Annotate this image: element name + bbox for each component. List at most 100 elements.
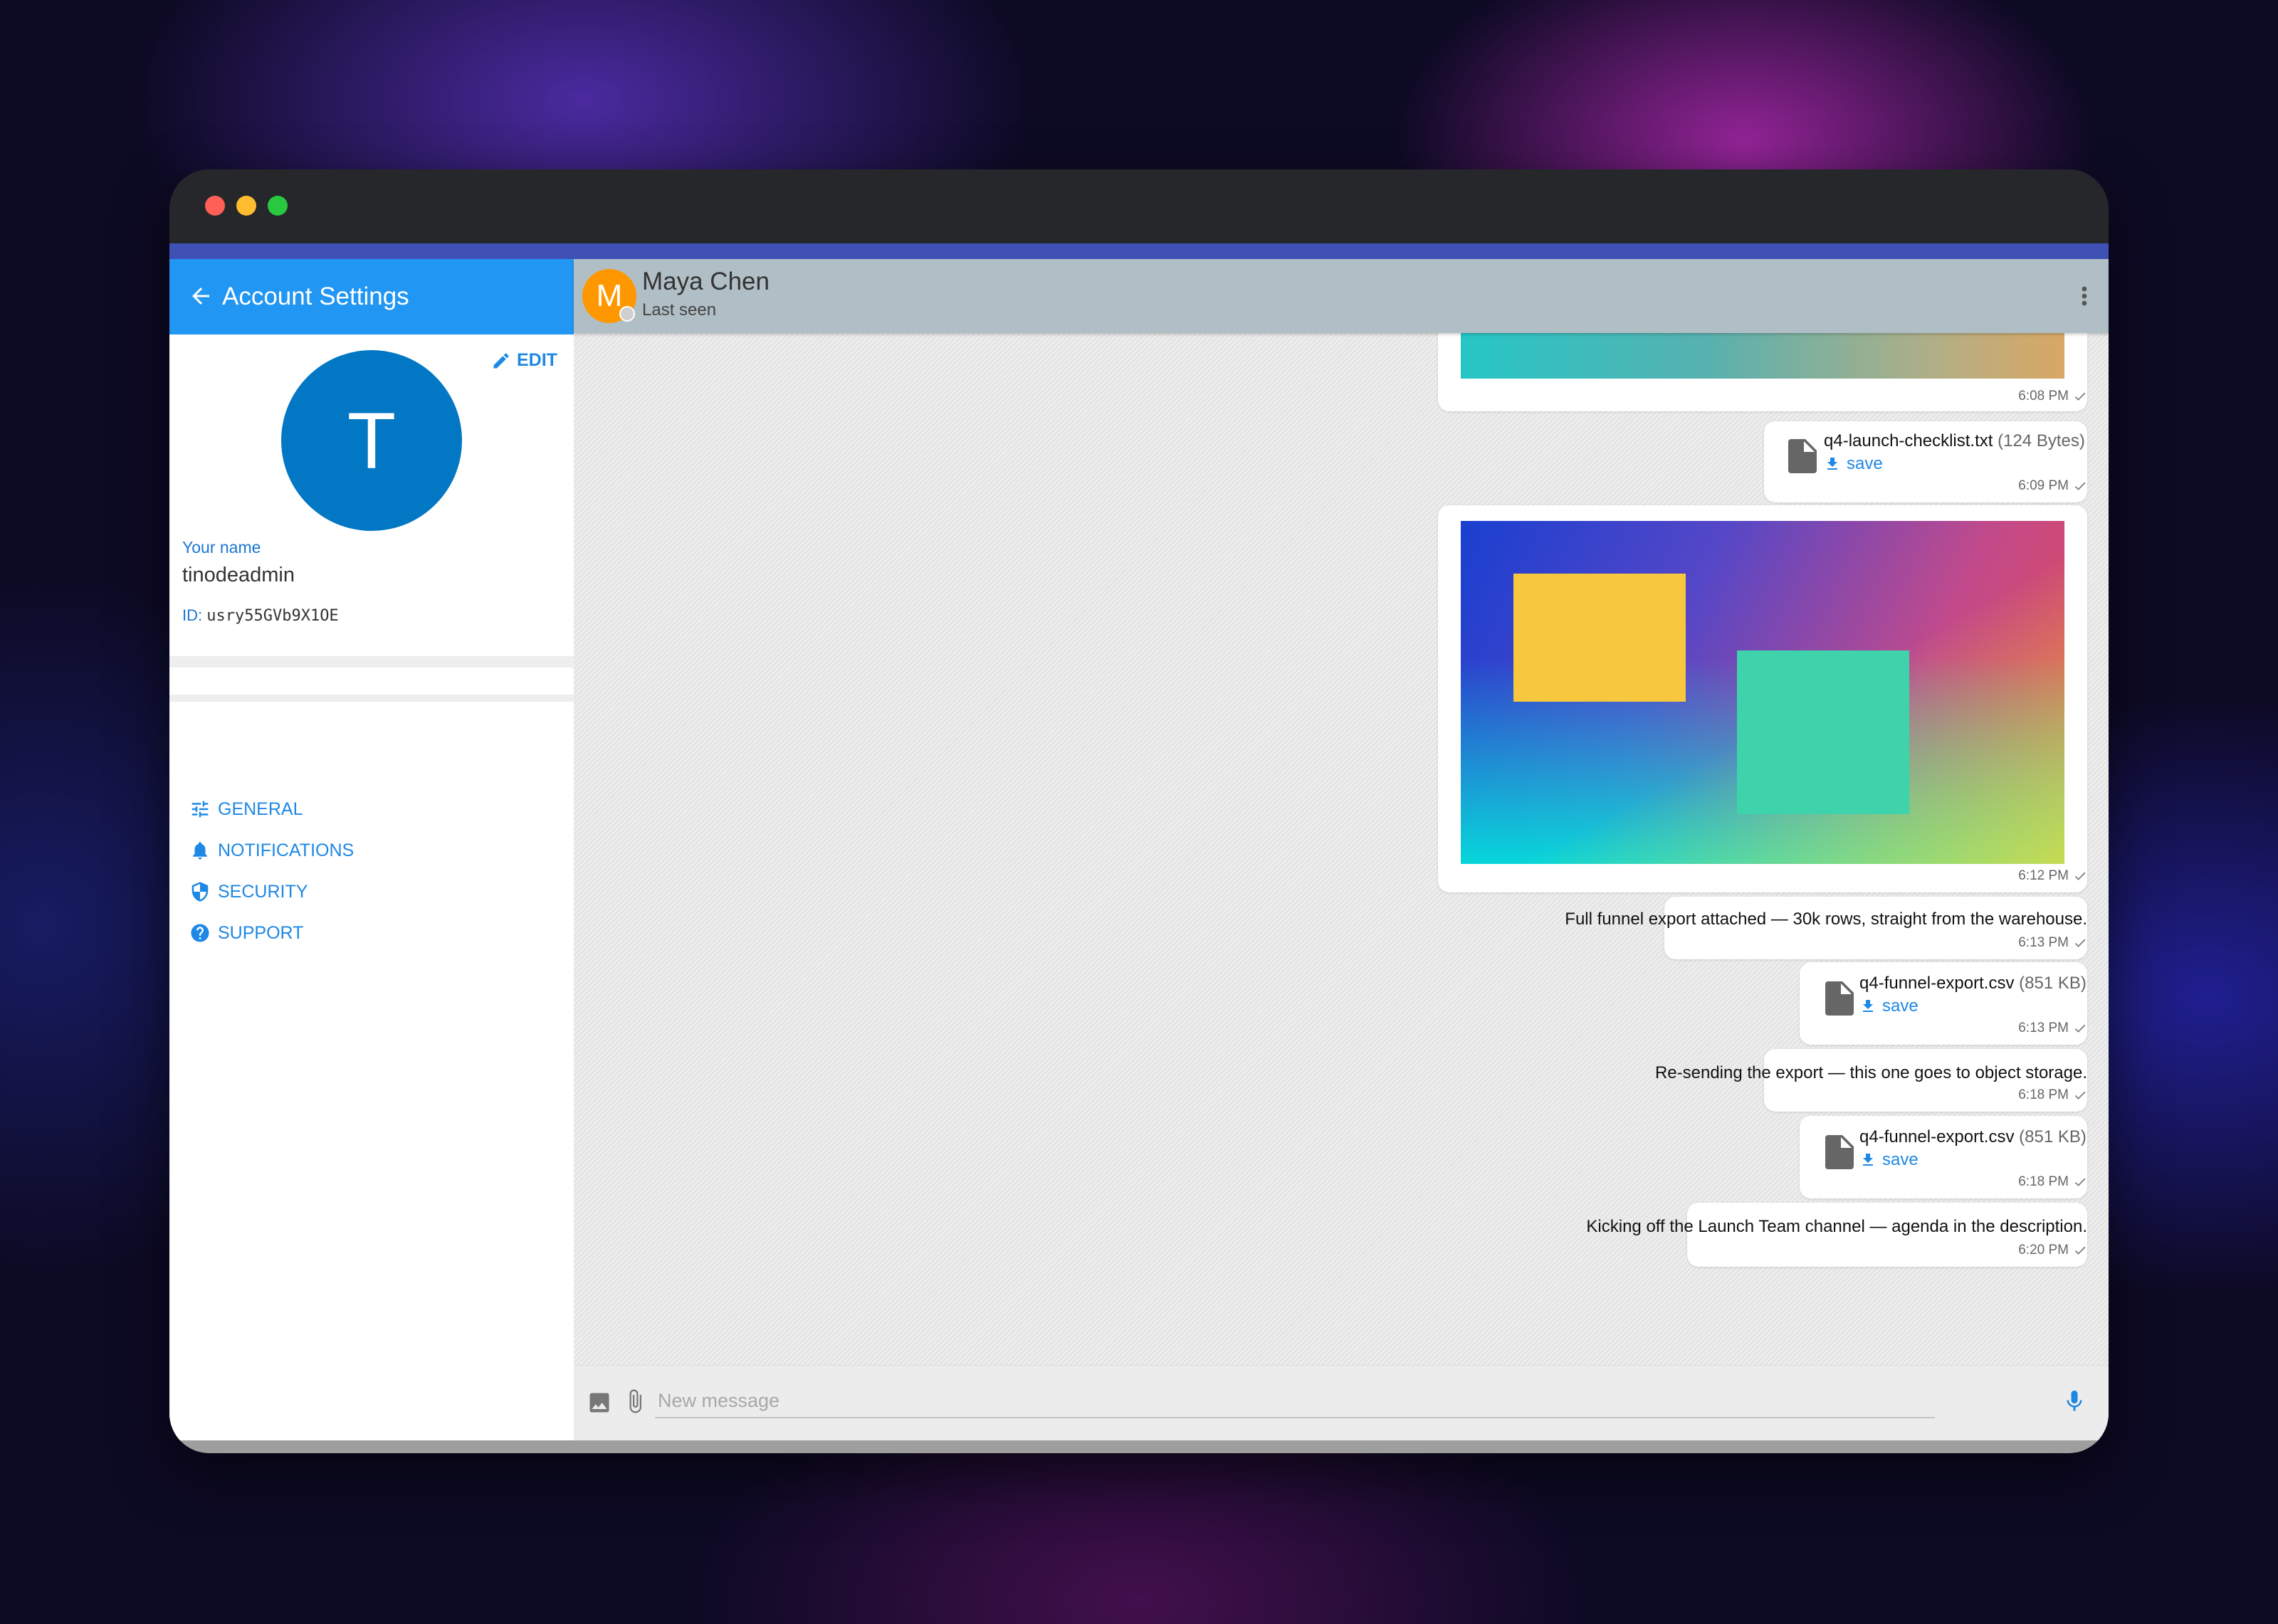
new-message-input[interactable]: [655, 1384, 1935, 1418]
menu-item-label: SUPPORT: [218, 922, 304, 943]
message-timestamp: 6:08 PM: [2018, 389, 2087, 404]
divider: [169, 656, 574, 668]
download-icon: [1827, 458, 1837, 470]
shield-icon: [191, 882, 209, 902]
presence-indicator: [619, 306, 635, 322]
message-timestamp: 6:18 PM: [2018, 1174, 2087, 1190]
user-id-label: ID:: [182, 606, 203, 624]
download-icon: [1863, 1154, 1873, 1166]
check-icon: [2074, 1091, 2086, 1100]
bell-icon: [193, 842, 207, 860]
check-icon: [2074, 392, 2086, 401]
file-icon: [1788, 439, 1817, 473]
app-body: Account Settings T EDIT Your name tinode…: [169, 259, 2109, 1441]
message-time: 6:20 PM: [2018, 1243, 2069, 1257]
chat-header: M Maya Chen Last seen: [574, 259, 2109, 333]
file-icon: [1825, 981, 1854, 1016]
file-name: q4-funnel-export.csv (851 KB): [1859, 974, 2087, 993]
save-label: save: [1847, 454, 1883, 473]
message-time: 6:13 PM: [2018, 935, 2069, 950]
chat-panel: M Maya Chen Last seen 6:08 PM q4-launch-…: [574, 259, 2109, 1441]
download-icon: [1863, 1000, 1873, 1012]
user-id-value: usry55GVb9X1OE: [206, 607, 339, 625]
user-id: ID: usry55GVb9X1OE: [182, 606, 339, 625]
message-time: 6:12 PM: [2018, 868, 2069, 883]
menu-item-notifications[interactable]: NOTIFICATIONS: [189, 840, 354, 861]
message-text: Kicking off the Launch Team channel — ag…: [1586, 1217, 2087, 1236]
attach-icon[interactable]: [622, 1388, 648, 1414]
save-label: save: [1882, 1150, 1919, 1169]
file-name-text: q4-funnel-export.csv: [1859, 1127, 2015, 1146]
app-window: Account Settings T EDIT Your name tinode…: [169, 169, 2109, 1453]
file-name: q4-funnel-export.csv (851 KB): [1859, 1127, 2087, 1147]
edit-label: EDIT: [517, 350, 557, 370]
message-timestamp: 6:12 PM: [2018, 868, 2087, 884]
help-icon: [191, 924, 209, 942]
message-timestamp: 6:20 PM: [2018, 1243, 2087, 1258]
check-icon: [2074, 872, 2086, 880]
message-time: 6:18 PM: [2018, 1087, 2069, 1102]
image-attachment[interactable]: [1461, 521, 2064, 864]
file-name: q4-launch-checklist.txt (124 Bytes): [1824, 431, 2085, 451]
message-timestamp: 6:13 PM: [2018, 935, 2087, 951]
minimize-window-button[interactable]: [236, 196, 256, 216]
window-bottom-edge: [169, 1440, 2109, 1453]
save-file-link[interactable]: save: [1859, 1150, 1919, 1170]
microphone-icon[interactable]: [2062, 1388, 2087, 1414]
menu-item-label: SECURITY: [218, 881, 308, 902]
file-size: (851 KB): [2019, 1127, 2087, 1146]
peer-name[interactable]: Maya Chen: [642, 268, 770, 296]
menu-item-security[interactable]: SECURITY: [189, 881, 308, 902]
menu-item-label: NOTIFICATIONS: [218, 840, 355, 860]
save-file-link[interactable]: save: [1859, 996, 1919, 1016]
tune-icon: [191, 801, 209, 818]
menu-item-label: GENERAL: [218, 798, 303, 819]
title-bar: [169, 169, 2109, 243]
back-arrow-icon[interactable]: [188, 283, 214, 309]
your-name-label: Your name: [182, 538, 261, 557]
check-icon: [2074, 1024, 2086, 1033]
check-icon: [2074, 1178, 2086, 1186]
file-name-text: q4-funnel-export.csv: [1859, 974, 2015, 993]
message-timestamp: 6:13 PM: [2018, 1021, 2087, 1036]
user-avatar-letter: T: [347, 396, 397, 485]
pencil-icon: [493, 352, 509, 368]
edit-profile-button[interactable]: EDIT: [491, 350, 557, 371]
message-time: 6:18 PM: [2018, 1174, 2069, 1189]
menu-item-support[interactable]: SUPPORT: [189, 922, 303, 944]
message-text: Full funnel export attached — 30k rows, …: [1565, 909, 2087, 929]
message-list[interactable]: 6:08 PM q4-launch-checklist.txt (124 Byt…: [574, 333, 2109, 1365]
check-icon: [2074, 1246, 2086, 1255]
user-name: tinodeadmin: [182, 564, 295, 586]
account-settings-panel: Account Settings T EDIT Your name tinode…: [169, 259, 574, 1440]
message-time: 6:13 PM: [2018, 1021, 2069, 1035]
image-shape-yellow: [1513, 574, 1686, 702]
menu-item-general[interactable]: GENERAL: [189, 798, 303, 820]
check-icon: [2074, 482, 2086, 490]
sidebar-header: Account Settings: [169, 259, 574, 334]
message-time: 6:08 PM: [2018, 389, 2069, 404]
message-time: 6:09 PM: [2018, 478, 2069, 493]
file-size: (124 Bytes): [1998, 431, 2085, 450]
close-window-button[interactable]: [205, 196, 225, 216]
peer-status: Last seen: [642, 300, 717, 320]
user-avatar: T: [281, 350, 462, 531]
zoom-window-button[interactable]: [268, 196, 288, 216]
sidebar-title: Account Settings: [222, 283, 409, 310]
file-size: (851 KB): [2019, 974, 2087, 993]
more-vert-icon[interactable]: [2076, 282, 2093, 310]
image-icon[interactable]: [587, 1390, 612, 1415]
image-attachment[interactable]: [1461, 333, 2064, 379]
file-icon: [1825, 1135, 1854, 1169]
message-timestamp: 6:09 PM: [2018, 478, 2087, 494]
app-top-strip: [169, 243, 2109, 259]
file-name-text: q4-launch-checklist.txt: [1824, 431, 1993, 450]
save-file-link[interactable]: save: [1824, 454, 1883, 474]
divider: [169, 695, 574, 702]
save-label: save: [1882, 996, 1919, 1016]
image-shape-teal: [1737, 650, 1909, 814]
message-text: Re-sending the export — this one goes to…: [1654, 1063, 2087, 1082]
message-composer: [574, 1365, 2109, 1441]
check-icon: [2074, 939, 2086, 947]
peer-avatar-letter: M: [596, 278, 623, 313]
